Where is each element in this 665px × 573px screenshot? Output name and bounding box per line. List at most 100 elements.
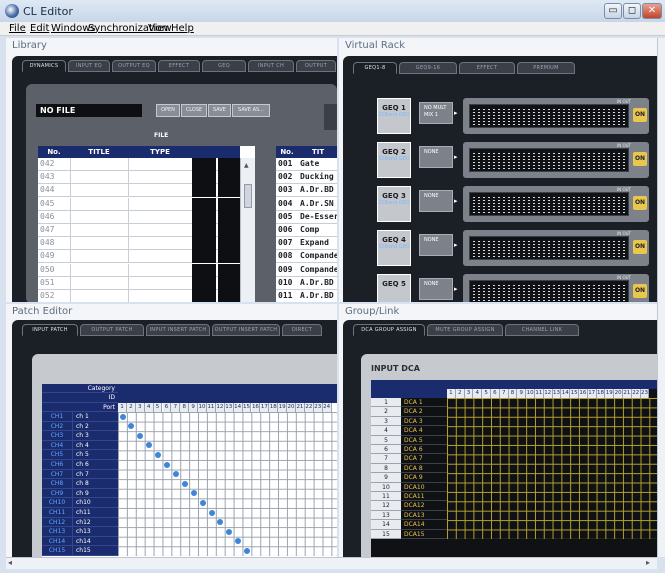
- geq-band-fader[interactable]: [603, 109, 605, 125]
- close-file-button[interactable]: CLOSE: [181, 104, 207, 117]
- geq-band-fader[interactable]: [583, 241, 585, 257]
- geq-band-fader[interactable]: [528, 197, 530, 213]
- geq-band-fader[interactable]: [608, 153, 610, 169]
- table-row[interactable]: 044: [38, 184, 240, 198]
- geq-band-fader[interactable]: [613, 197, 615, 213]
- geq-band-fader[interactable]: [558, 109, 560, 125]
- geq-band-fader[interactable]: [588, 285, 590, 301]
- geq-patch-box[interactable]: NONE: [419, 278, 453, 300]
- table-row[interactable]: 047: [38, 224, 240, 237]
- geq-band-fader[interactable]: [613, 285, 615, 301]
- geq-band-fader[interactable]: [493, 241, 495, 257]
- preset-row[interactable]: 008 Compander: [276, 250, 337, 264]
- geq-band-fader[interactable]: [578, 153, 580, 169]
- patch-connection-dot[interactable]: [226, 528, 233, 535]
- geq-band-fader[interactable]: [573, 109, 575, 125]
- geq-unit-button[interactable]: GEQ 4 31Band GEQ: [377, 230, 411, 266]
- geq-band-fader[interactable]: [598, 241, 600, 257]
- geq-band-fader[interactable]: [483, 153, 485, 169]
- geq-band-fader[interactable]: [498, 153, 500, 169]
- geq-band-fader[interactable]: [503, 197, 505, 213]
- tab-input-eq[interactable]: INPUT EQ: [68, 60, 110, 72]
- table-row[interactable]: 051: [38, 276, 240, 290]
- geq-band-fader[interactable]: [473, 241, 475, 257]
- geq-band-fader[interactable]: [598, 109, 600, 125]
- geq-band-fader[interactable]: [593, 241, 595, 257]
- preset-row[interactable]: 003 A.Dr.BD: [276, 184, 337, 198]
- geq-band-fader[interactable]: [618, 285, 620, 301]
- geq-band-fader[interactable]: [508, 241, 510, 257]
- patch-connection-dot[interactable]: [244, 547, 251, 554]
- geq-band-fader[interactable]: [523, 197, 525, 213]
- dca-assign-cells[interactable]: [447, 398, 657, 539]
- patch-connection-dot[interactable]: [208, 509, 215, 516]
- tab-output[interactable]: OUTPUT: [296, 60, 336, 72]
- geq-band-fader[interactable]: [568, 241, 570, 257]
- geq-band-fader[interactable]: [558, 285, 560, 301]
- geq-fader-bank[interactable]: [469, 236, 629, 260]
- menu-edit[interactable]: Edit: [30, 23, 49, 34]
- geq-on-button[interactable]: ON: [633, 152, 647, 166]
- table-row[interactable]: 042: [38, 158, 240, 171]
- geq-band-fader[interactable]: [528, 241, 530, 257]
- geq-band-fader[interactable]: [473, 153, 475, 169]
- geq-band-fader[interactable]: [578, 109, 580, 125]
- scroll-up-arrow-icon[interactable]: ▲: [244, 162, 249, 169]
- preset-row[interactable]: 007 Expand: [276, 237, 337, 251]
- geq-band-fader[interactable]: [573, 241, 575, 257]
- geq-band-fader[interactable]: [548, 153, 550, 169]
- geq-band-fader[interactable]: [613, 241, 615, 257]
- geq-band-fader[interactable]: [548, 197, 550, 213]
- geq-band-fader[interactable]: [508, 109, 510, 125]
- geq-band-fader[interactable]: [598, 197, 600, 213]
- geq-band-fader[interactable]: [613, 109, 615, 125]
- geq-band-fader[interactable]: [583, 153, 585, 169]
- geq-band-fader[interactable]: [483, 241, 485, 257]
- geq-band-fader[interactable]: [603, 153, 605, 169]
- geq-band-fader[interactable]: [563, 285, 565, 301]
- tab-output-insert-patch[interactable]: OUTPUT INSERT PATCH: [212, 324, 280, 336]
- geq-band-fader[interactable]: [533, 109, 535, 125]
- open-button[interactable]: OPEN: [156, 104, 180, 117]
- patch-connection-dot[interactable]: [155, 451, 162, 458]
- geq-band-fader[interactable]: [608, 285, 610, 301]
- geq-band-fader[interactable]: [523, 241, 525, 257]
- geq-band-fader[interactable]: [618, 197, 620, 213]
- geq-band-fader[interactable]: [603, 285, 605, 301]
- geq-band-fader[interactable]: [503, 153, 505, 169]
- geq-fader-bank[interactable]: [469, 192, 629, 216]
- geq-patch-box[interactable]: NO MULT MIX 1: [419, 102, 453, 124]
- preset-row[interactable]: 010 A.Dr.BD: [276, 277, 337, 290]
- geq-band-fader[interactable]: [518, 197, 520, 213]
- geq-band-fader[interactable]: [598, 153, 600, 169]
- geq-band-fader[interactable]: [543, 197, 545, 213]
- geq-band-fader[interactable]: [583, 197, 585, 213]
- scroll-thumb[interactable]: [244, 184, 252, 208]
- table-row[interactable]: 046: [38, 210, 240, 224]
- geq-band-fader[interactable]: [603, 197, 605, 213]
- geq-band-fader[interactable]: [528, 109, 530, 125]
- save-button[interactable]: SAVE: [208, 104, 231, 117]
- patch-connection-dot[interactable]: [199, 499, 206, 506]
- geq-band-fader[interactable]: [488, 285, 490, 301]
- save-as-button[interactable]: SAVE AS...: [232, 104, 270, 117]
- geq-band-fader[interactable]: [473, 109, 475, 125]
- geq-band-fader[interactable]: [583, 285, 585, 301]
- geq-band-fader[interactable]: [523, 153, 525, 169]
- geq-patch-box[interactable]: NONE: [419, 234, 453, 256]
- geq-band-fader[interactable]: [508, 197, 510, 213]
- geq-band-fader[interactable]: [498, 109, 500, 125]
- geq-band-fader[interactable]: [473, 285, 475, 301]
- geq-band-fader[interactable]: [608, 241, 610, 257]
- menu-help[interactable]: Help: [171, 23, 194, 34]
- geq-band-fader[interactable]: [623, 285, 625, 301]
- geq-band-fader[interactable]: [508, 153, 510, 169]
- geq-band-fader[interactable]: [518, 241, 520, 257]
- tab-dca-group-assign[interactable]: DCA GROUP ASSIGN: [353, 324, 425, 336]
- geq-band-fader[interactable]: [618, 109, 620, 125]
- geq-band-fader[interactable]: [583, 109, 585, 125]
- geq-band-fader[interactable]: [558, 197, 560, 213]
- patch-connection-dot[interactable]: [137, 432, 144, 439]
- geq-band-fader[interactable]: [513, 285, 515, 301]
- close-button[interactable]: ✕: [642, 3, 662, 19]
